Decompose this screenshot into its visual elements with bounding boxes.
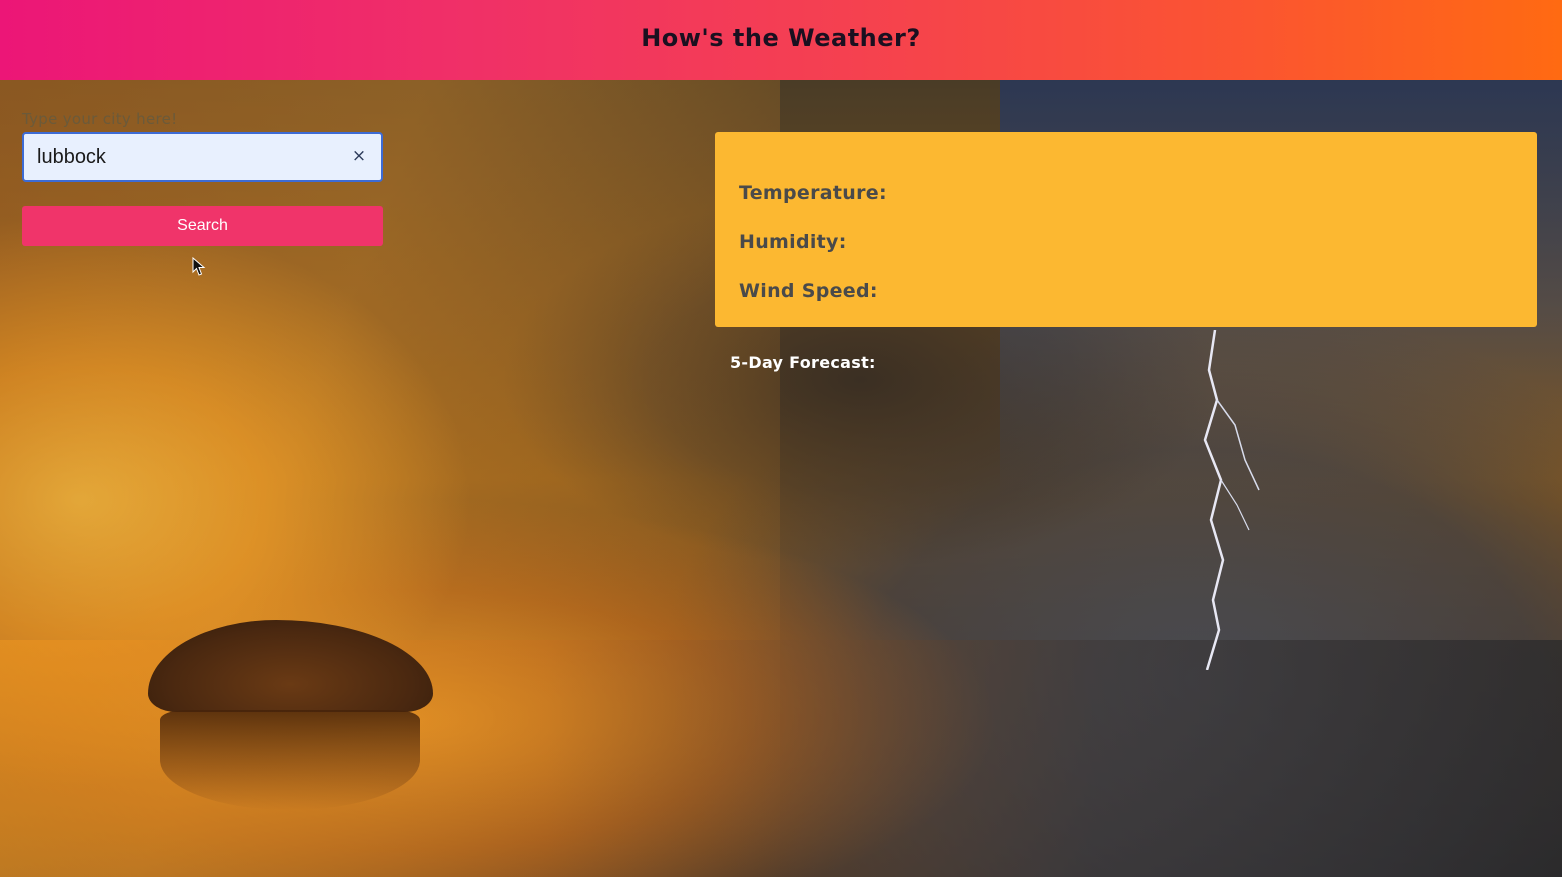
search-button[interactable]: Search bbox=[22, 206, 383, 246]
page: How's the Weather? Type your city here! … bbox=[0, 0, 1562, 877]
app-header: How's the Weather? bbox=[0, 0, 1562, 80]
forecast-heading: 5-Day Forecast: bbox=[730, 353, 876, 372]
temperature-label: Temperature: bbox=[739, 182, 887, 204]
clear-icon[interactable]: × bbox=[349, 146, 369, 166]
mouse-cursor-icon bbox=[192, 257, 206, 276]
wind-speed-label: Wind Speed: bbox=[739, 280, 878, 302]
lightning-bolt-icon bbox=[1203, 330, 1260, 670]
humidity-label: Humidity: bbox=[739, 231, 847, 253]
page-title: How's the Weather? bbox=[641, 24, 921, 52]
city-input-container: × bbox=[22, 132, 383, 182]
city-search-input[interactable] bbox=[24, 134, 344, 180]
city-input-label: Type your city here! bbox=[22, 110, 178, 128]
background-island-reflection bbox=[160, 710, 420, 810]
current-weather-card: Temperature: Humidity: Wind Speed: bbox=[715, 132, 1537, 327]
